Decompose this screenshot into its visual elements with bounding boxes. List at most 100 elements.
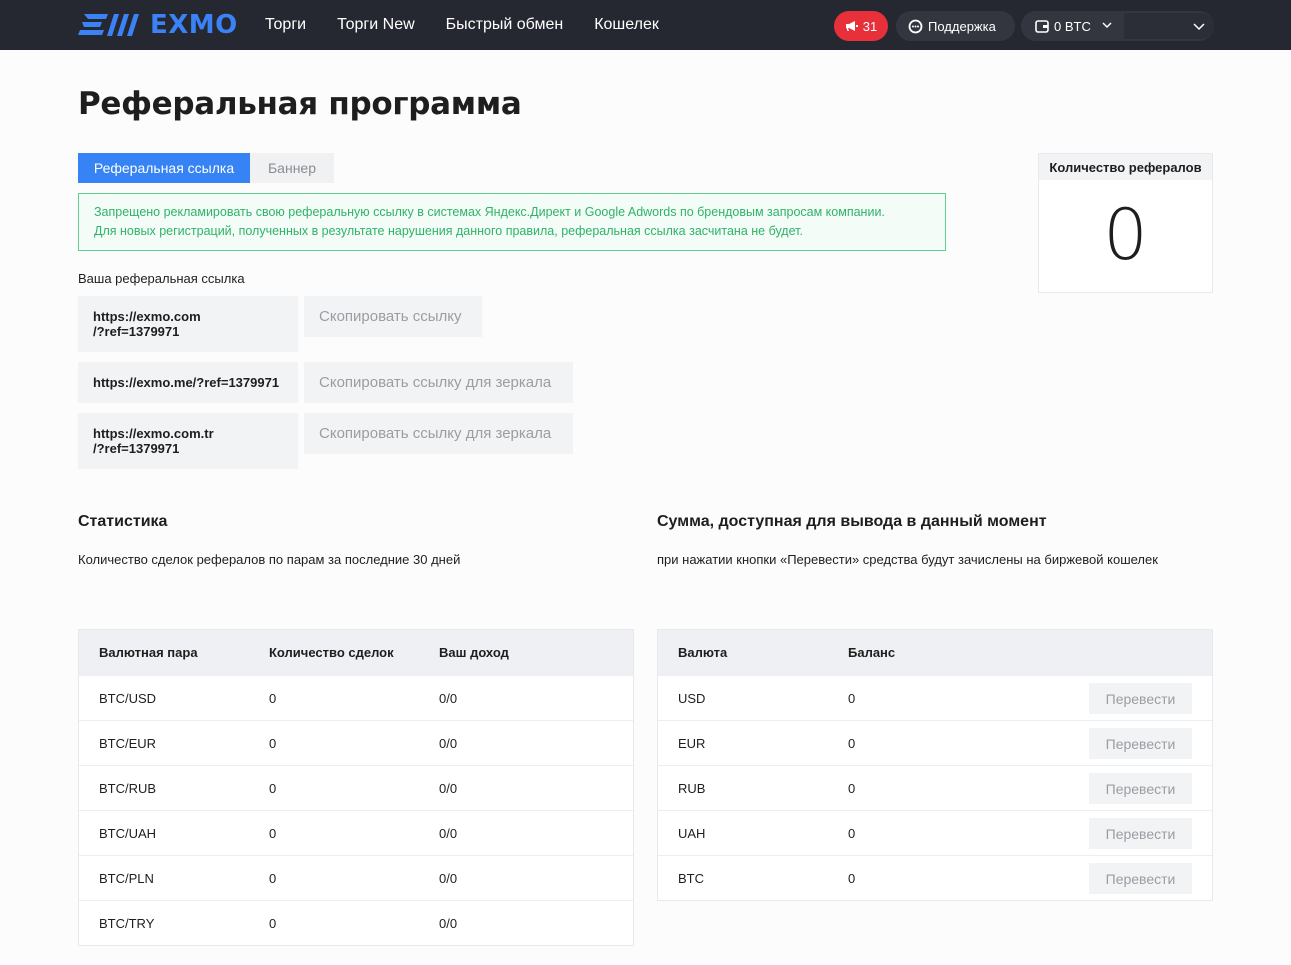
currency-cell: UAH [678, 825, 706, 841]
referral-count-value: 0 [1103, 194, 1148, 276]
currency-cell: USD [678, 690, 706, 706]
statistics-subtitle: Количество сделок рефералов по парам за … [78, 552, 461, 567]
transfer-button[interactable]: Перевести [1089, 818, 1192, 849]
notifications-count: 31 [862, 18, 878, 34]
table-row: BTC/TRY 0 0/0 [79, 900, 633, 945]
mirror-link-text: https://exmo.me/?ref=1379971 [93, 375, 280, 390]
megaphone-icon [845, 21, 858, 31]
chevron-down-icon [1193, 23, 1205, 31]
deals-cell: 0 [269, 690, 277, 706]
table-row: BTC 0 Перевести [658, 855, 1212, 900]
withdrawal-subtitle: при нажатии кнопки «Перевести» средства … [657, 552, 1158, 567]
pair-cell: BTC/TRY [99, 915, 155, 931]
tab-banner[interactable]: Баннер [250, 153, 334, 183]
column-header: Валютная пара [99, 645, 198, 660]
deals-cell: 0 [269, 915, 277, 931]
table-row: EUR 0 Перевести [658, 720, 1212, 765]
pair-cell: BTC/RUB [99, 780, 157, 796]
wallet-balance: 0 BTC [1054, 18, 1091, 34]
table-row: BTC/RUB 0 0/0 [79, 765, 633, 810]
currency-cell: EUR [678, 735, 706, 751]
table-header: Валютная пара Количество сделок Ваш дохо… [79, 630, 633, 675]
logo-text: EXMO [150, 10, 238, 40]
exmo-logo[interactable]: EXMO [78, 10, 238, 40]
notice-line-1: Запрещено рекламировать свою реферальную… [94, 205, 885, 219]
page-title: Реферальная программа [78, 86, 522, 122]
balance-cell: 0 [848, 690, 856, 706]
statistics-title: Статистика [78, 513, 168, 530]
referral-count-card: Количество рефералов 0 [1038, 153, 1213, 293]
table-row: UAH 0 Перевести [658, 810, 1212, 855]
chevron-down-icon [1102, 22, 1112, 29]
transfer-button[interactable]: Перевести [1089, 773, 1192, 804]
column-header: Баланс [848, 645, 896, 660]
deals-cell: 0 [269, 825, 277, 841]
table-row: USD 0 Перевести [658, 675, 1212, 720]
transfer-button[interactable]: Перевести [1089, 683, 1192, 714]
table-row: BTC/EUR 0 0/0 [79, 720, 633, 765]
transfer-button[interactable]: Перевести [1089, 728, 1192, 759]
currency-cell: RUB [678, 780, 706, 796]
table-row: BTC/PLN 0 0/0 [79, 855, 633, 900]
warning-notice: Запрещено рекламировать свою реферальную… [78, 193, 946, 251]
column-header: Ваш доход [439, 645, 509, 660]
balance-cell: 0 [848, 780, 856, 796]
mirror-link-text-2: https://exmo.com.tr [93, 426, 214, 441]
copy-mirror-link-button-2[interactable]: Скопировать ссылку для зеркала [304, 413, 573, 454]
deals-cell: 0 [269, 870, 277, 886]
currency-cell: BTC [678, 870, 704, 886]
pair-cell: BTC/EUR [99, 735, 157, 751]
wallet-balance-dropdown[interactable]: 0 BTC [1021, 11, 1214, 41]
referral-count-label: Количество рефералов [1039, 154, 1212, 180]
referral-link-text-cont: /?ref=1379971 [93, 324, 180, 339]
table-row: BTC/UAH 0 0/0 [79, 810, 633, 855]
transfer-button[interactable]: Перевести [1089, 863, 1192, 894]
pair-cell: BTC/UAH [99, 825, 157, 841]
nav-quick-exchange[interactable]: Быстрый обмен [446, 16, 564, 34]
nav-trading-new[interactable]: Торги New [337, 16, 415, 34]
withdrawal-table: Валюта Баланс USD 0 Перевести EUR 0 Пере… [657, 629, 1213, 901]
income-cell: 0/0 [439, 825, 458, 841]
copy-mirror-link-button[interactable]: Скопировать ссылку для зеркала [304, 362, 573, 403]
income-cell: 0/0 [439, 915, 458, 931]
income-cell: 0/0 [439, 735, 458, 751]
tab-referral-link[interactable]: Реферальная ссылка [78, 153, 250, 183]
deals-cell: 0 [269, 780, 277, 796]
mirror-link-field-2[interactable]: https://exmo.com.tr /?ref=1379971 [78, 413, 298, 469]
statistics-table: Валютная пара Количество сделок Ваш дохо… [78, 629, 634, 946]
notice-line-2: Для новых регистраций, полученных в резу… [94, 224, 803, 238]
nav-trading[interactable]: Торги [265, 16, 306, 34]
column-header: Валюта [678, 645, 728, 660]
referral-link-field[interactable]: https://exmo.com /?ref=1379971 [78, 296, 298, 352]
pair-cell: BTC/PLN [99, 870, 154, 886]
table-row: RUB 0 Перевести [658, 765, 1212, 810]
balance-cell: 0 [848, 735, 856, 751]
withdrawal-title: Сумма, доступная для вывода в данный мом… [657, 513, 1047, 530]
account-dropdown[interactable] [1124, 13, 1214, 39]
exmo-logo-icon [78, 14, 139, 36]
balance-cell: 0 [848, 825, 856, 841]
deals-cell: 0 [269, 735, 277, 751]
referral-tabs: Реферальная ссылка Баннер [78, 153, 334, 183]
pair-cell: BTC/USD [99, 690, 157, 706]
top-navigation-bar: EXMO Торги Торги New Быстрый обмен Кошел… [0, 0, 1291, 50]
mirror-link-text-2-cont: /?ref=1379971 [93, 441, 180, 456]
wallet-icon [1035, 19, 1049, 33]
main-nav: Торги Торги New Быстрый обмен Кошелек [265, 0, 690, 50]
table-row: BTC/USD 0 0/0 [79, 675, 633, 720]
balance-cell: 0 [848, 870, 856, 886]
support-button[interactable]: Поддержка [896, 11, 1015, 41]
referral-link-label: Ваша реферальная ссылка [78, 271, 245, 286]
nav-wallet[interactable]: Кошелек [594, 16, 659, 34]
copy-link-button[interactable]: Скопировать ссылку [304, 296, 482, 337]
income-cell: 0/0 [439, 780, 458, 796]
referral-link-text: https://exmo.com [93, 309, 201, 324]
column-header: Количество сделок [269, 645, 394, 660]
support-label: Поддержка [928, 18, 996, 34]
mirror-link-field[interactable]: https://exmo.me/?ref=1379971 [78, 362, 298, 403]
chat-support-icon [908, 19, 923, 33]
income-cell: 0/0 [439, 690, 458, 706]
table-header: Валюта Баланс [658, 630, 1212, 675]
income-cell: 0/0 [439, 870, 458, 886]
notifications-button[interactable]: 31 [834, 11, 888, 41]
